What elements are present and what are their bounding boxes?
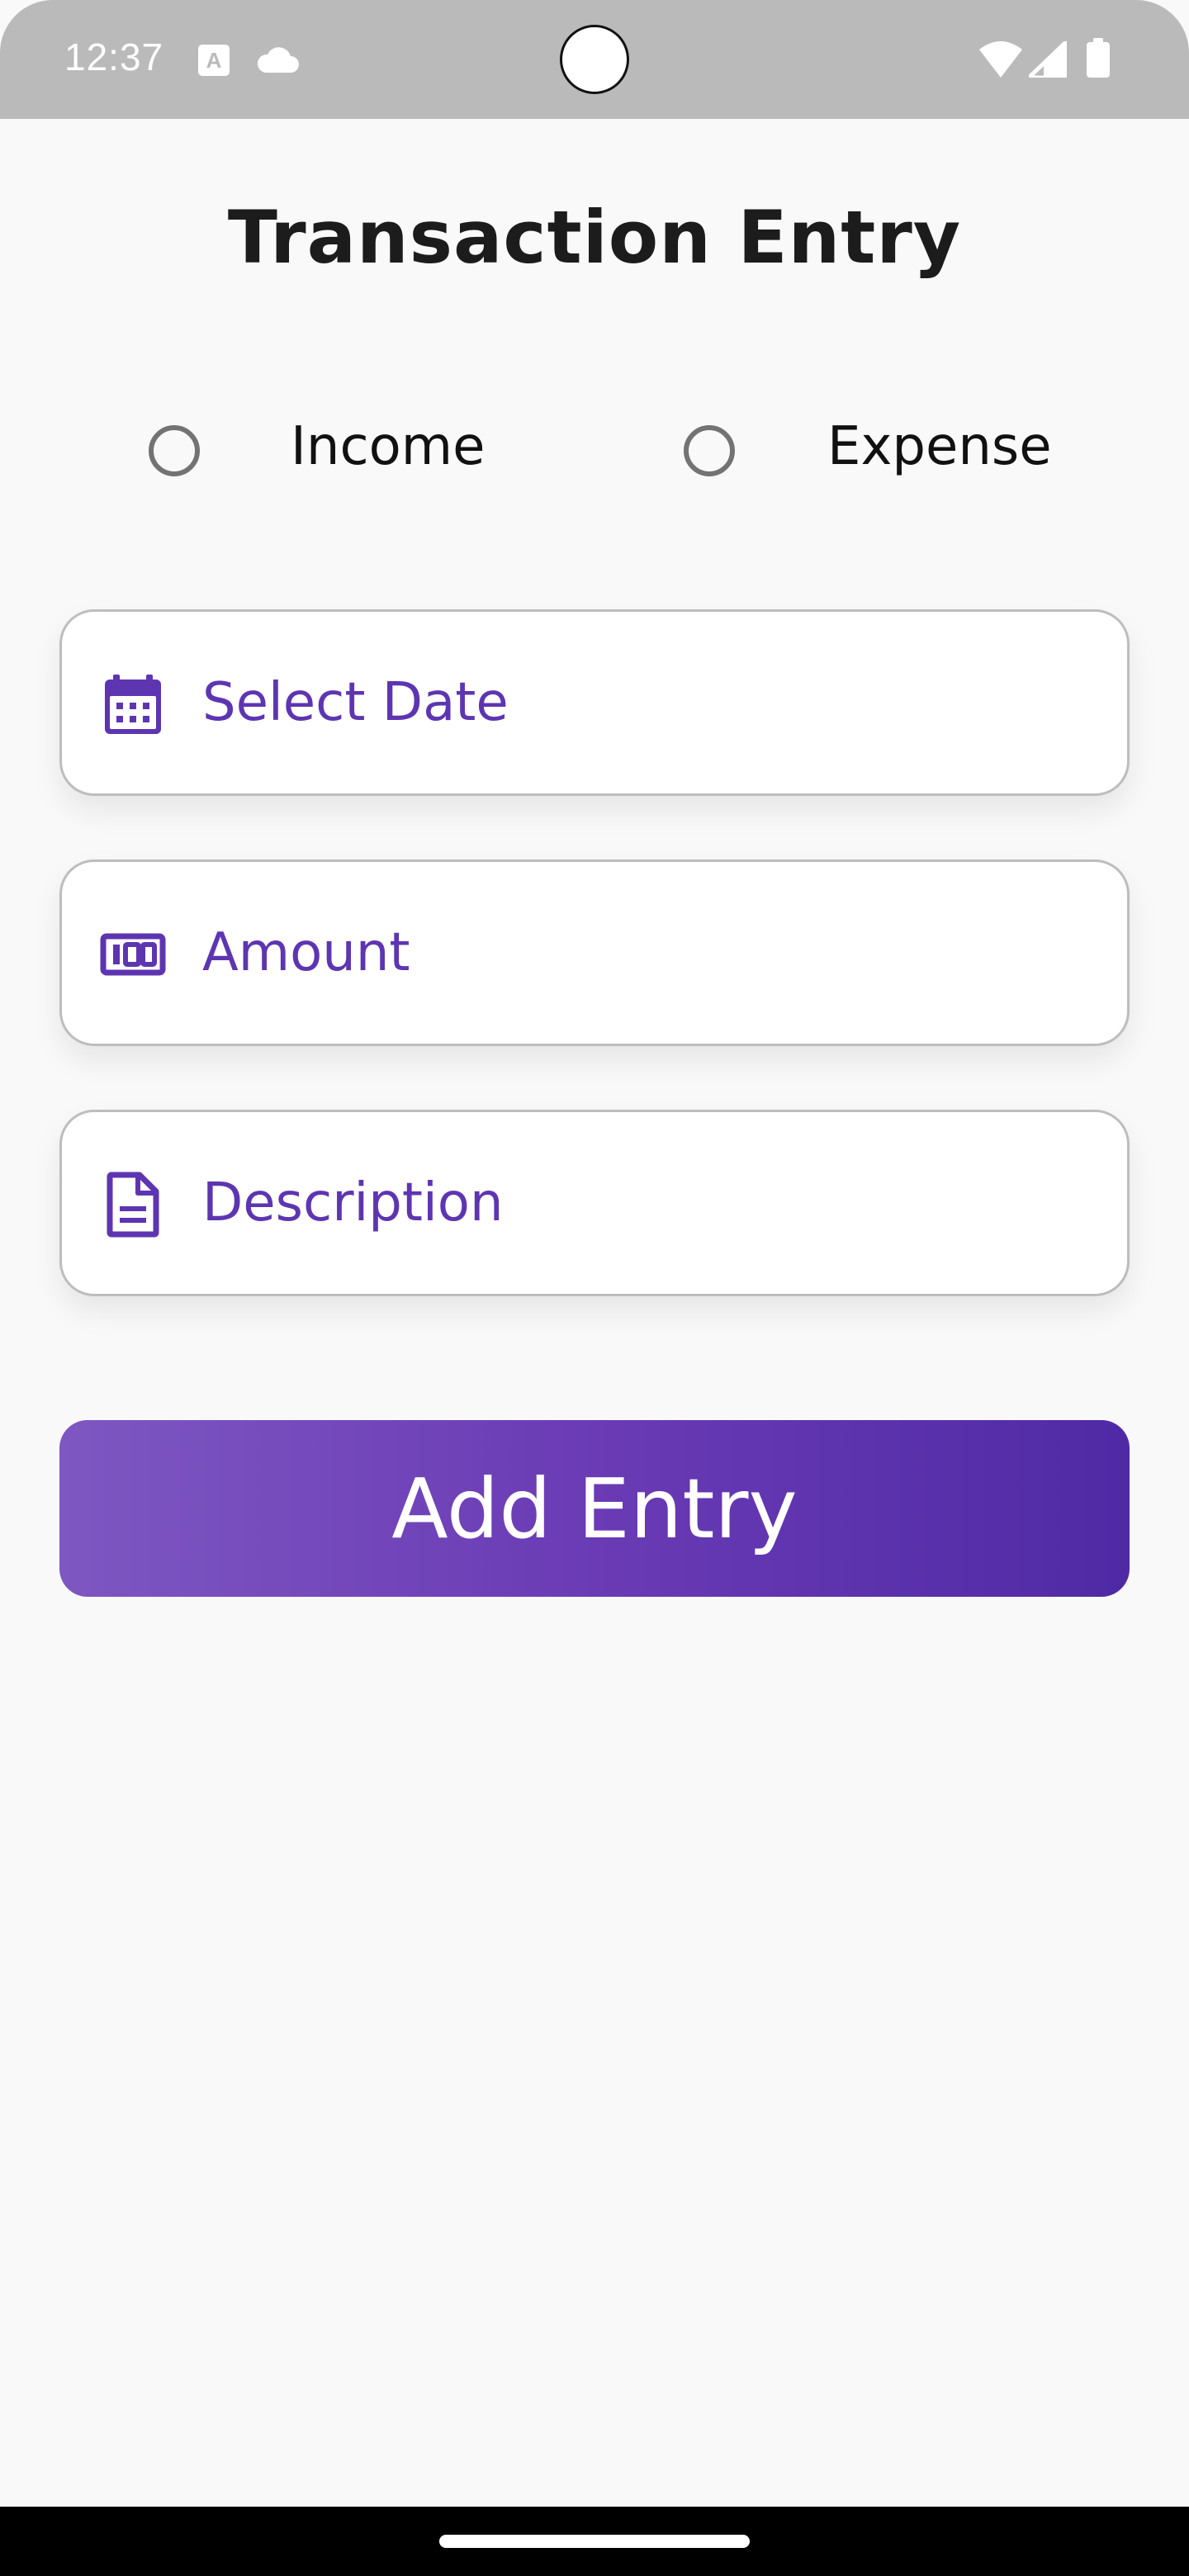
description-field-placeholder: Description <box>202 1172 504 1234</box>
date-field[interactable]: Select Date <box>59 609 1130 796</box>
status-time: 12:37 <box>64 36 164 78</box>
home-indicator[interactable] <box>439 2535 750 2548</box>
cloud-icon <box>257 47 299 73</box>
cell-signal-icon <box>1029 41 1067 78</box>
page-title: Transaction Entry <box>227 195 962 280</box>
radio-expense-label[interactable]: Expense <box>827 416 1052 477</box>
money-icon <box>100 933 166 976</box>
calendar-icon <box>105 675 161 734</box>
radio-circle-icon[interactable] <box>684 425 735 476</box>
radio-income-label[interactable]: Income <box>291 416 486 477</box>
radio-circle-icon[interactable] <box>149 425 200 476</box>
date-field-placeholder: Select Date <box>202 672 509 733</box>
wifi-icon <box>979 41 1022 78</box>
add-entry-button[interactable]: Add Entry <box>59 1420 1130 1597</box>
amount-field[interactable]: Amount <box>59 859 1130 1046</box>
radio-expense[interactable] <box>684 425 735 476</box>
document-icon <box>107 1172 159 1238</box>
svg-text:A: A <box>206 48 222 73</box>
status-bar: 12:37 A <box>0 0 1189 119</box>
font-a-icon: A <box>198 45 230 76</box>
amount-field-placeholder: Amount <box>202 922 410 983</box>
camera-cutout <box>560 25 629 94</box>
description-field[interactable]: Description <box>59 1110 1130 1296</box>
radio-income[interactable] <box>149 425 200 476</box>
navigation-bar <box>0 2507 1189 2576</box>
battery-icon <box>1087 38 1110 78</box>
